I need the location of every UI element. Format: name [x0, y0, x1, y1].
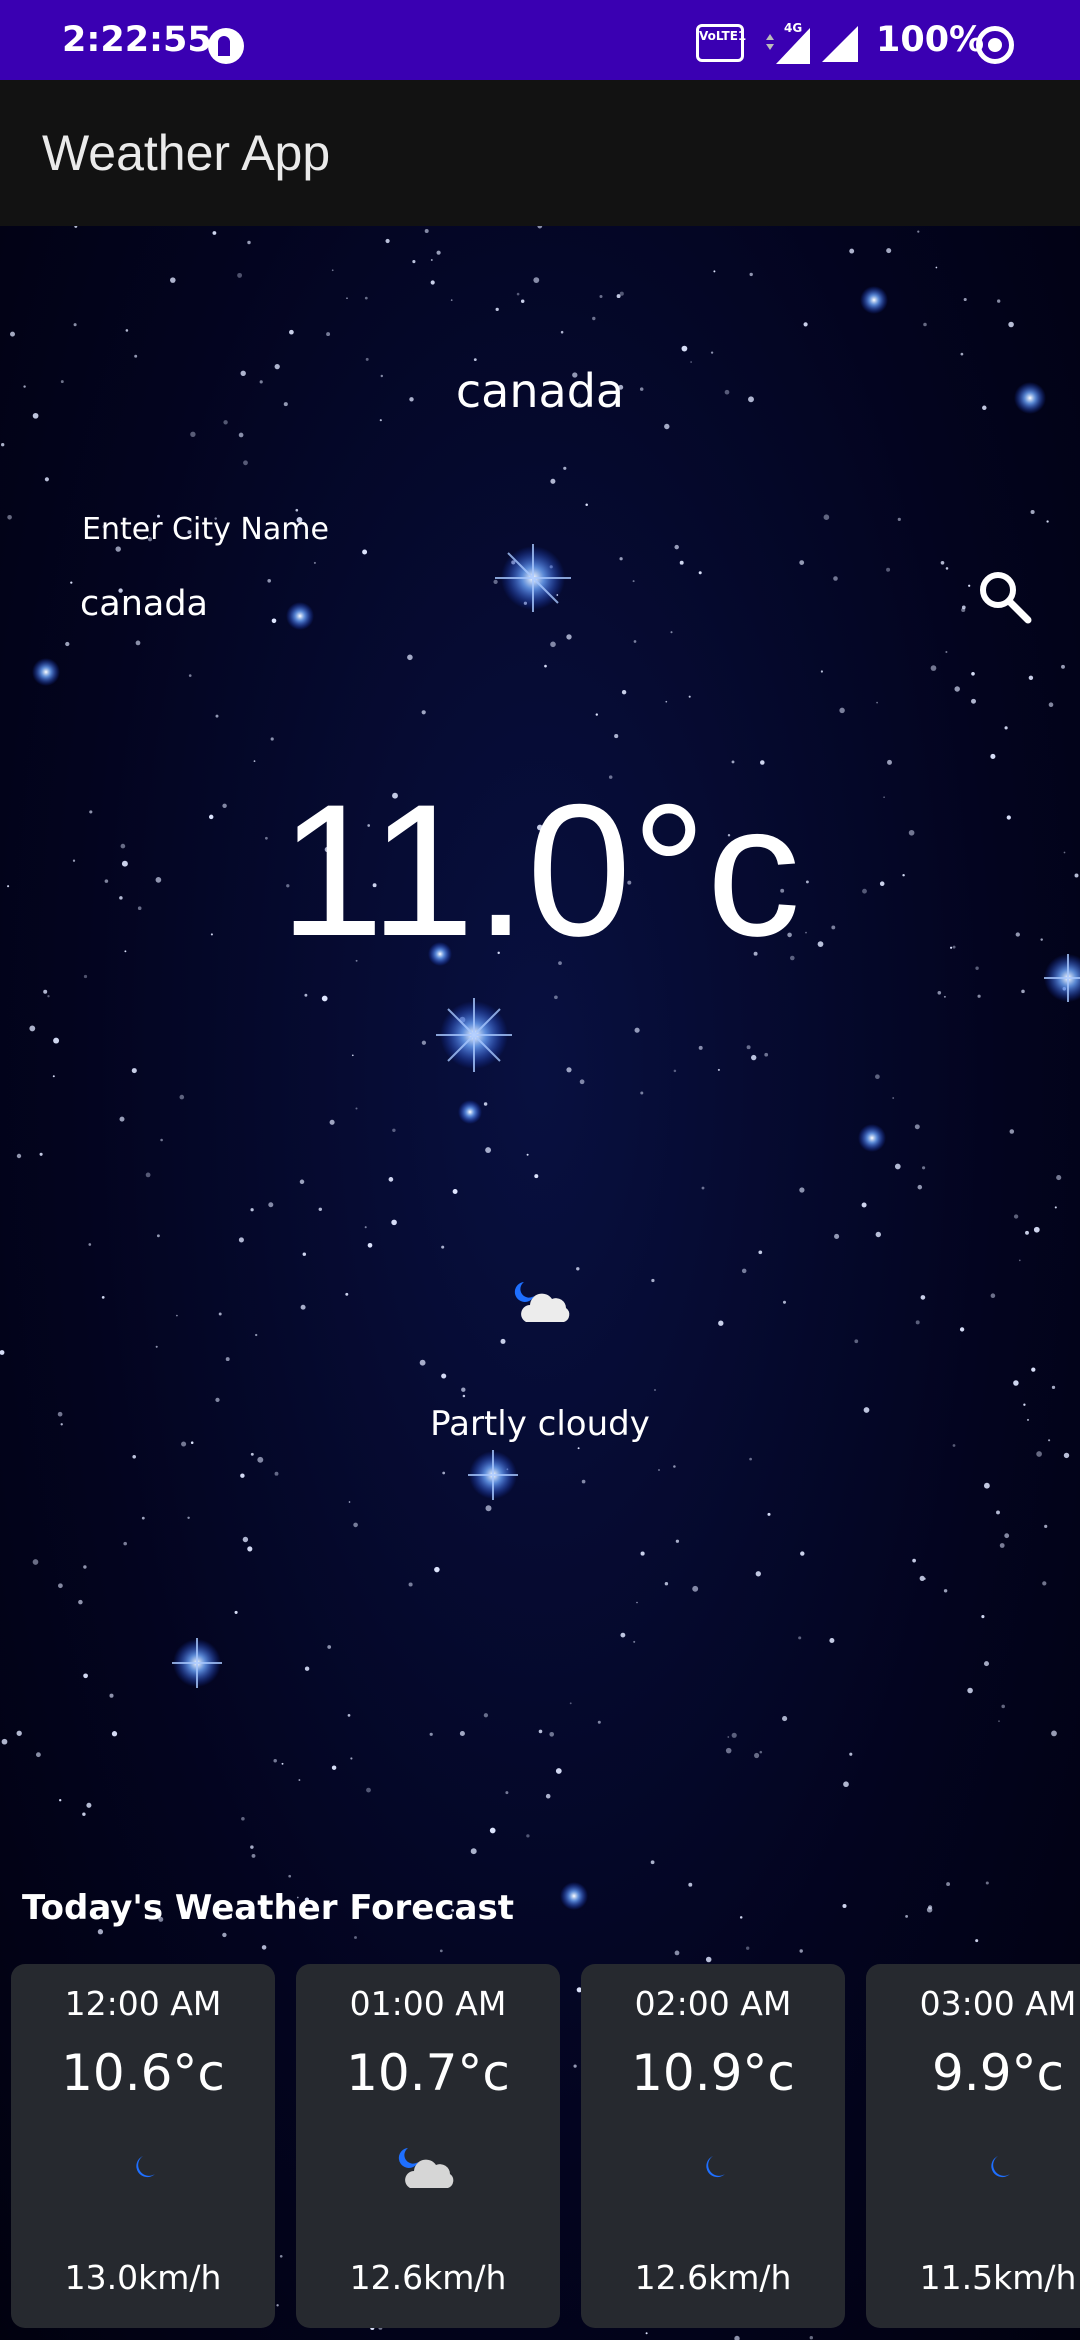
- forecast-wind: 12.6km/h: [634, 2258, 792, 2297]
- forecast-card: 02:00 AM 10.9°c 12.6km/h: [581, 1964, 845, 2328]
- current-temperature: 11.0°c: [279, 765, 801, 975]
- forecast-card: 01:00 AM 10.7°c 12.6km/h: [296, 1964, 560, 2328]
- signal-icon: [822, 26, 858, 62]
- search-icon[interactable]: [972, 564, 1038, 630]
- forecast-wind: 12.6km/h: [349, 2258, 507, 2297]
- moon-icon: [136, 2156, 155, 2178]
- forecast-time: 03:00 AM: [919, 1984, 1077, 2023]
- mobile-data-icon: 4G: [766, 21, 810, 64]
- network-type-label: 4G: [784, 21, 802, 35]
- forecast-card: 03:00 AM 9.9°c 11.5km/h: [866, 1964, 1080, 2328]
- forecast-temp: 10.7°c: [346, 2044, 510, 2102]
- condition-text: Partly cloudy: [430, 1404, 650, 1444]
- forecast-card: 12:00 AM 10.6°c 13.0km/h: [11, 1964, 275, 2328]
- forecast-wind: 11.5km/h: [919, 2258, 1077, 2297]
- forecast-time: 01:00 AM: [349, 1984, 507, 2023]
- app-bar: Weather App: [0, 80, 1080, 226]
- night-sky-background: canada Enter City Name 11.0°c Partly clo…: [0, 226, 1080, 2340]
- moon-cloud-icon: [514, 1282, 570, 1322]
- battery-percent: 100%: [876, 20, 985, 60]
- app-notification-icon: [208, 28, 244, 64]
- city-input[interactable]: [80, 576, 940, 632]
- forecast-title: Today's Weather Forecast: [22, 1888, 514, 1928]
- forecast-temp: 10.9°c: [631, 2044, 795, 2102]
- app-title: Weather App: [42, 125, 331, 181]
- city-input-label: Enter City Name: [82, 512, 329, 547]
- forecast-time: 12:00 AM: [64, 1984, 222, 2023]
- weather-screen: 2:22:55 VoLTE1 4G 100% Weather App canad…: [0, 0, 1080, 2340]
- city-name: canada: [455, 364, 625, 418]
- status-time: 2:22:55: [62, 20, 212, 60]
- forecast-temp: 10.6°c: [61, 2044, 225, 2102]
- forecast-temp: 9.9°c: [931, 2044, 1064, 2102]
- moon-icon: [706, 2156, 725, 2178]
- forecast-wind: 13.0km/h: [64, 2258, 222, 2297]
- forecast-time: 02:00 AM: [634, 1984, 792, 2023]
- moon-icon: [991, 2156, 1010, 2178]
- status-bar: 2:22:55 VoLTE1 4G 100%: [0, 0, 1080, 80]
- forecast-list[interactable]: 12:00 AM 10.6°c 13.0km/h 01:00 AM 10.7°c…: [11, 1964, 1080, 2328]
- moon-cloud-icon: [398, 2148, 454, 2188]
- battery-ring-icon: [976, 26, 1014, 64]
- volte-icon: VoLTE1: [696, 24, 746, 62]
